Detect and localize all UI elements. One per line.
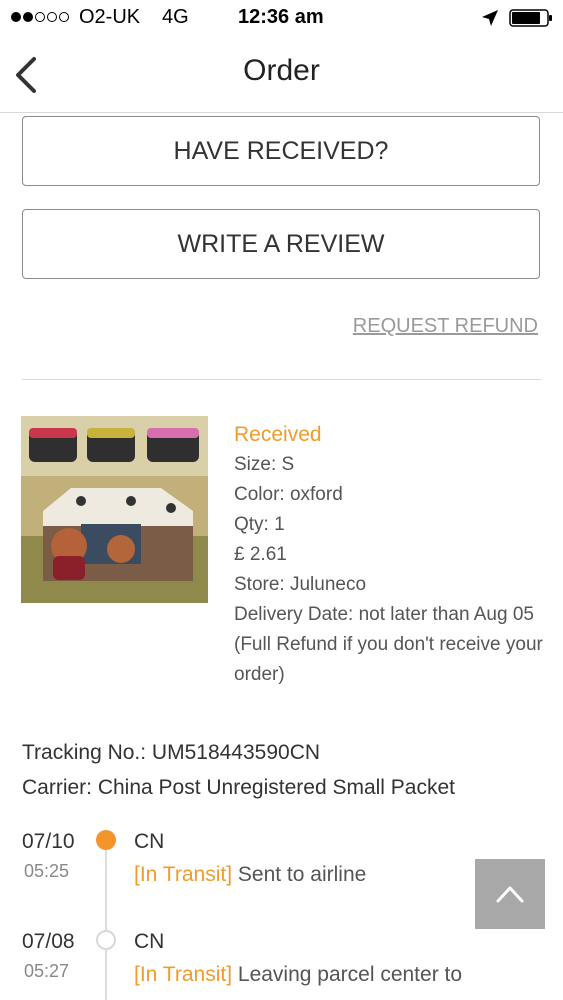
event-description: [In Transit] Sent to airline — [134, 863, 366, 887]
pet-playpen-tent-photo — [21, 416, 208, 603]
event-tag: [In Transit] — [134, 863, 233, 886]
event-date: 07/08 — [22, 930, 75, 953]
have-received-button[interactable]: HAVE RECEIVED? — [22, 116, 540, 186]
carrier-info: Carrier: China Post Unregistered Small P… — [22, 776, 456, 799]
signal-strength-icon — [11, 12, 69, 22]
tracking-number: Tracking No.: UM518443590CN — [22, 741, 321, 764]
navigation-bar: Order — [0, 36, 563, 113]
timeline-line — [105, 840, 107, 1000]
order-screen: O2-UK 4G 12:36 am Order HAVE RECEIVED? W… — [0, 0, 563, 1000]
order-status: Received — [234, 423, 322, 446]
chevron-up-icon — [496, 886, 524, 903]
battery-icon — [509, 9, 552, 27]
event-text: Sent to airline — [237, 863, 367, 886]
event-date: 07/10 — [22, 830, 75, 853]
page-title: Order — [243, 54, 320, 87]
status-time: 12:36 am — [238, 6, 324, 28]
divider — [22, 379, 541, 380]
event-country: CN — [134, 830, 165, 853]
event-description: [In Transit] Leaving parcel center to — [134, 963, 462, 987]
location-arrow-icon — [482, 10, 498, 26]
carrier-name: O2-UK — [79, 6, 141, 28]
event-country: CN — [134, 930, 165, 953]
store-name: Store: Juluneco — [234, 574, 367, 595]
product-color: Color: oxford — [234, 484, 343, 505]
scroll-to-top-button[interactable] — [475, 859, 545, 929]
event-tag: [In Transit] — [134, 963, 233, 986]
product-price: £ 2.61 — [234, 544, 287, 565]
timeline-node-active — [96, 830, 116, 850]
network-type: 4G — [162, 6, 189, 28]
product-details: Received Size: S Color: oxford Qty: 1 £ … — [234, 420, 549, 690]
timeline-node-inactive — [96, 930, 116, 950]
write-review-button[interactable]: WRITE A REVIEW — [22, 209, 540, 279]
event-time: 05:25 — [24, 861, 70, 881]
product-image[interactable] — [21, 416, 208, 603]
product-size: Size: S — [234, 454, 295, 475]
delivery-date: Delivery Date: not later than Aug 05 (Fu… — [234, 604, 543, 685]
request-refund-link[interactable]: REQUEST REFUND — [353, 315, 538, 338]
product-quantity: Qty: 1 — [234, 514, 285, 535]
event-text: Leaving parcel center to — [237, 963, 463, 986]
event-time: 05:27 — [24, 961, 70, 981]
tracking-info: Tracking No.: UM518443590CN Carrier: Chi… — [22, 735, 455, 805]
status-bar: O2-UK 4G 12:36 am — [0, 0, 563, 36]
